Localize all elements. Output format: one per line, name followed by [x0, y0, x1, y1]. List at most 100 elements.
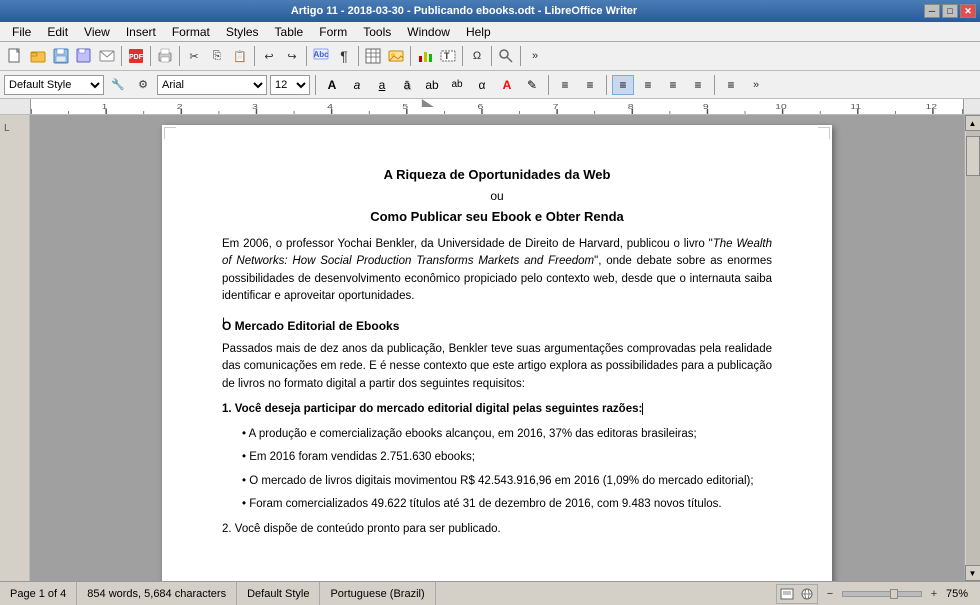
sep5: [306, 46, 307, 66]
current-language: Portuguese (Brazil): [330, 588, 424, 600]
zoom-level[interactable]: 75%: [946, 588, 976, 600]
zoom-slider[interactable]: [842, 591, 922, 597]
document-page[interactable]: A Riqueza de Oportunidades da Web ou Com…: [162, 125, 832, 581]
pdf-button[interactable]: PDF: [125, 45, 147, 67]
subscript-button[interactable]: ab: [446, 75, 468, 95]
menu-help[interactable]: Help: [458, 24, 499, 40]
list-numbered-button[interactable]: ≡: [579, 75, 601, 95]
sep-fmt4: [714, 75, 715, 95]
menu-styles[interactable]: Styles: [218, 24, 267, 40]
insert-image-button[interactable]: [385, 45, 407, 67]
more-button[interactable]: »: [524, 45, 546, 67]
maximize-button[interactable]: □: [942, 4, 958, 18]
find-replace-button[interactable]: [495, 45, 517, 67]
sep2: [150, 46, 151, 66]
redo-button[interactable]: ↪: [281, 45, 303, 67]
doc-title-line2: Como Publicar seu Ebook e Obter Renda: [222, 207, 772, 227]
insert-table-button[interactable]: [362, 45, 384, 67]
menu-view[interactable]: View: [76, 24, 118, 40]
font-size-select[interactable]: 12 10 14 16: [270, 75, 310, 95]
style-icon[interactable]: 🔧: [107, 74, 129, 96]
open-button[interactable]: [27, 45, 49, 67]
doc-paragraph-1[interactable]: Em 2006, o professor Yochai Benkler, da …: [222, 236, 772, 305]
view-mode-buttons[interactable]: [776, 584, 818, 604]
window-controls[interactable]: ─ □ ✕: [924, 4, 976, 18]
align-center-button[interactable]: ≡: [637, 75, 659, 95]
doc-numbered-1: 1. Você deseja participar do mercado edi…: [222, 401, 772, 418]
zoom-out-button[interactable]: −: [822, 586, 838, 602]
menu-edit[interactable]: Edit: [39, 24, 76, 40]
list-bullet-button[interactable]: ≡: [554, 75, 576, 95]
save-button[interactable]: [50, 45, 72, 67]
sep1: [121, 46, 122, 66]
doc-bullet-3: • O mercado de livros digitais movimento…: [242, 473, 772, 490]
menu-insert[interactable]: Insert: [118, 24, 164, 40]
doc-bullet-1: • A produção e comercialização ebooks al…: [242, 426, 772, 443]
sep10: [520, 46, 521, 66]
sep9: [491, 46, 492, 66]
page-count: Page 1 of 4: [10, 588, 66, 600]
cut-button[interactable]: ✂: [183, 45, 205, 67]
menu-file[interactable]: File: [4, 24, 39, 40]
bold-button[interactable]: A: [321, 75, 343, 95]
status-style[interactable]: Default Style: [237, 582, 320, 605]
align-right-button[interactable]: ≡: [662, 75, 684, 95]
zoom-thumb[interactable]: [890, 589, 898, 599]
sep3: [179, 46, 180, 66]
font-color-button[interactable]: A: [496, 75, 518, 95]
italic-button[interactable]: a: [346, 75, 368, 95]
status-language[interactable]: Portuguese (Brazil): [320, 582, 435, 605]
zoom-in-button[interactable]: +: [926, 586, 942, 602]
font-name-select[interactable]: Arial Times New Roman Courier New: [157, 75, 267, 95]
highlight-button[interactable]: ✎: [521, 75, 543, 95]
underline-button[interactable]: a: [371, 75, 393, 95]
new-button[interactable]: [4, 45, 26, 67]
current-style: Default Style: [247, 588, 309, 600]
scroll-up-button[interactable]: ▲: [965, 115, 980, 131]
scrollbar-track[interactable]: [966, 131, 980, 565]
paste-button[interactable]: 📋: [229, 45, 251, 67]
doc-bullet-2: • Em 2016 foram vendidas 2.751.630 ebook…: [242, 449, 772, 466]
spellcheck-button[interactable]: Abc: [310, 45, 332, 67]
more-format-button[interactable]: »: [745, 74, 767, 96]
normal-view-button[interactable]: [778, 586, 796, 602]
char-format-button[interactable]: α: [471, 75, 493, 95]
vertical-scrollbar[interactable]: ▲ ▼: [964, 115, 980, 581]
strikethrough-button[interactable]: ab: [421, 75, 443, 95]
insert-chart-button[interactable]: [414, 45, 436, 67]
email-button[interactable]: [96, 45, 118, 67]
save-all-button[interactable]: [73, 45, 95, 67]
svg-text:6: 6: [477, 103, 483, 111]
copy-button[interactable]: ⎘: [206, 45, 228, 67]
zoom-area[interactable]: − + 75%: [822, 586, 976, 602]
align-left-button[interactable]: ≡: [612, 75, 634, 95]
minimize-button[interactable]: ─: [924, 4, 940, 18]
doc-paragraph-2[interactable]: Passados mais de dez anos da publicação,…: [222, 341, 772, 393]
svg-text:12: 12: [925, 103, 937, 111]
page-corner: [164, 127, 176, 139]
autocorrect-button[interactable]: ¶: [333, 45, 355, 67]
style-list-icon[interactable]: ⚙: [132, 74, 154, 96]
insert-special-char-button[interactable]: Ω: [466, 45, 488, 67]
menu-format[interactable]: Format: [164, 24, 218, 40]
scroll-down-button[interactable]: ▼: [965, 565, 980, 581]
web-view-button[interactable]: [798, 586, 816, 602]
menu-form[interactable]: Form: [311, 24, 355, 40]
print-button[interactable]: [154, 45, 176, 67]
scrollbar-thumb[interactable]: [966, 136, 980, 176]
svg-text:3: 3: [252, 103, 258, 111]
menu-window[interactable]: Window: [399, 24, 458, 40]
undo-button[interactable]: ↩: [258, 45, 280, 67]
status-page-info: Page 1 of 4: [0, 582, 77, 605]
menu-table[interactable]: Table: [267, 24, 312, 40]
document-scroll-area[interactable]: A Riqueza de Oportunidades da Web ou Com…: [30, 115, 964, 581]
menu-tools[interactable]: Tools: [355, 24, 399, 40]
svg-text:5: 5: [402, 103, 408, 111]
paragraph-settings-button[interactable]: ≡: [720, 75, 742, 95]
align-justify-button[interactable]: ≡: [687, 75, 709, 95]
close-button[interactable]: ✕: [960, 4, 976, 18]
paragraph-style-select[interactable]: Default Style Heading 1 Heading 2: [4, 75, 104, 95]
shadow-button[interactable]: ā: [396, 75, 418, 95]
text-box-button[interactable]: T: [437, 45, 459, 67]
main-toolbar: PDF ✂ ⎘ 📋 ↩ ↪ Abc ¶ T: [0, 42, 980, 71]
